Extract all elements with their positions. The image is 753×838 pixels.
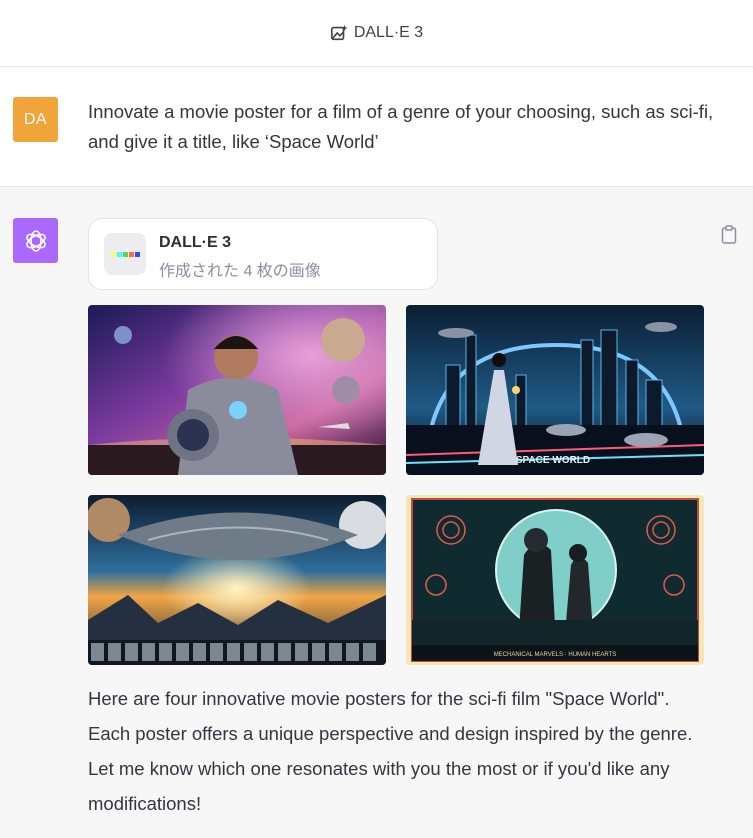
generated-image-spaceship[interactable] <box>88 495 386 665</box>
dalle-tool-card[interactable]: DALL·E 3 作成された 4 枚の画像 <box>88 218 438 290</box>
user-avatar: DA <box>13 97 58 142</box>
image-sparkle-icon <box>330 24 348 41</box>
assistant-message: DALL·E 3 作成された 4 枚の画像 SPACE WORLD MECHAN… <box>0 187 753 838</box>
tool-name: DALL·E 3 <box>159 234 231 251</box>
spaceship-poster-art <box>88 495 386 665</box>
generated-image-astronaut[interactable] <box>88 305 386 475</box>
assistant-message-text: Here are four innovative movie posters f… <box>88 688 693 814</box>
generated-image-city[interactable]: SPACE WORLD <box>406 305 704 475</box>
model-title: DALL·E 3 <box>353 24 424 41</box>
copy-button[interactable] <box>718 223 740 245</box>
tool-status: 作成された 4 枚の画像 <box>159 263 321 280</box>
assistant-avatar <box>13 218 58 263</box>
dalle-logo-icon <box>104 233 146 275</box>
generated-image-mechanical[interactable]: MECHANICAL MARVELS · HUMAN HEARTS <box>406 495 704 665</box>
clipboard-icon <box>721 224 737 244</box>
user-message-text: Innovate a movie poster for a film of a … <box>88 101 714 152</box>
poster-caption: SPACE WORLD <box>516 455 590 466</box>
mechanical-poster-art: MECHANICAL MARVELS · HUMAN HEARTS <box>406 495 704 665</box>
city-poster-art: SPACE WORLD <box>406 305 704 475</box>
poster-caption: MECHANICAL MARVELS · HUMAN HEARTS <box>494 652 617 658</box>
openai-logo-icon <box>25 229 46 252</box>
top-bar: DALL·E 3 <box>0 0 753 67</box>
astronaut-poster-art <box>88 305 386 475</box>
